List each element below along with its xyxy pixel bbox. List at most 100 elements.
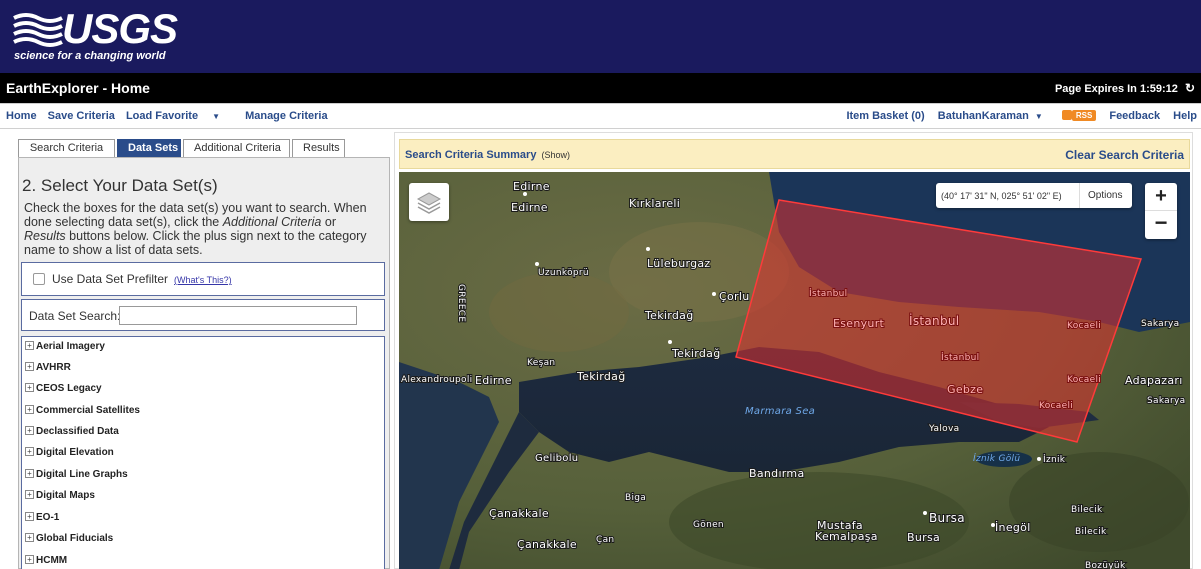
tab-data-sets[interactable]: Data Sets (117, 139, 181, 158)
map-label-alexandroupoli: Alexandroupoli (401, 375, 472, 385)
map-label-canakkale: Çanakkale (517, 538, 577, 551)
map-label-tekirdag: Tekirdağ (576, 370, 625, 383)
criteria-tabs: Search Criteria Data Sets Additional Crite… (18, 139, 347, 158)
tree-item-label: Digital Elevation (36, 447, 114, 458)
tree-item-digital-elevation[interactable]: + Digital Elevation (25, 446, 114, 467)
rss-link[interactable]: RSS (1061, 109, 1097, 122)
feedback-link[interactable]: Feedback (1109, 110, 1160, 122)
data-sets-panel: 2. Select Your Data Set(s) Check the box… (18, 157, 390, 569)
map-label-bursa: Bursa (907, 531, 940, 544)
tree-item-declassified-data[interactable]: + Declassified Data (25, 425, 119, 446)
map-label-gonen: Gönen (693, 520, 724, 530)
usgs-header: USGS science for a changing world (0, 0, 1201, 73)
title-bar: EarthExplorer - Home Page Expires In 1:5… (0, 73, 1201, 103)
refresh-icon[interactable]: ↻ (1185, 81, 1195, 95)
plus-icon[interactable]: + (25, 468, 34, 478)
nav-load-favorite-menu[interactable]: Load Favorite ▼ (126, 110, 228, 122)
city-dot (1037, 457, 1041, 461)
map-label-luleburgaz: Lüleburgaz (647, 257, 711, 270)
tree-item-hcmm[interactable]: + HCMM (25, 554, 67, 569)
page-expires: Page Expires In 1:59:12 ↻ (1055, 81, 1195, 95)
rss-badge: RSS (1071, 109, 1097, 121)
zoom-in-button[interactable]: + (1145, 183, 1177, 211)
tab-results[interactable]: Results (292, 139, 345, 158)
plus-icon[interactable]: + (25, 511, 34, 521)
map-label-gebze: Gebze (947, 383, 983, 396)
map-label-kocaeli: Kocaeli (1067, 321, 1101, 331)
tree-item-aerial-imagery[interactable]: + Aerial Imagery (25, 340, 105, 361)
plus-icon[interactable]: + (25, 382, 34, 392)
nav-load-favorite-label: Load Favorite (125, 110, 199, 122)
prefilter-box: Use Data Set Prefilter (What's This?) (21, 262, 385, 296)
tree-item-avhrr[interactable]: + AVHRR (25, 361, 71, 382)
city-dot (646, 247, 650, 251)
tree-item-ceos-legacy[interactable]: + CEOS Legacy (25, 382, 102, 403)
tree-item-digital-maps[interactable]: + Digital Maps (25, 489, 95, 510)
city-dot (712, 292, 716, 296)
city-dot (923, 511, 927, 515)
page-title: EarthExplorer - Home (6, 80, 150, 96)
tree-item-label: Commercial Satellites (36, 405, 140, 416)
nav-save-criteria-link[interactable]: Save Criteria (48, 110, 115, 122)
map-label-sakarya: Sakarya (1141, 319, 1179, 329)
usgs-waves-icon (13, 13, 63, 47)
satellite-map[interactable]: Edirne Edirne Kırklareli GREECE Uzunköpr… (399, 172, 1190, 569)
zoom-control: + − (1145, 183, 1177, 239)
summary-title: Search Criteria Summary (Show) (405, 149, 570, 161)
earthexplorer-app: USGS science for a changing world EarthE… (0, 0, 1201, 569)
help-link[interactable]: Help (1173, 110, 1197, 122)
city-dot (535, 262, 539, 266)
plus-icon[interactable]: + (25, 361, 34, 371)
nav-right: Item Basket (0) BatuhanKaraman ▼ RSS Feed… (836, 109, 1197, 122)
layers-button[interactable] (409, 183, 449, 221)
coordinate-readout: (40° 17' 31" N, 025° 51' 02" E) Options (936, 183, 1132, 208)
nav-manage-criteria-link[interactable]: Manage Criteria (245, 110, 328, 122)
plus-icon[interactable]: + (25, 532, 34, 542)
usgs-logo[interactable]: USGS science for a changing world (12, 5, 178, 66)
instructions-text-2: or (321, 215, 336, 229)
plus-icon[interactable]: + (25, 340, 34, 350)
usgs-brand: USGS (62, 5, 178, 52)
plus-icon[interactable]: + (25, 425, 34, 435)
nav-home-link[interactable]: Home (6, 110, 37, 122)
tree-item-eo-1[interactable]: + EO-1 (25, 511, 59, 532)
map-label-tekirdag: Tekirdağ (671, 347, 720, 360)
plus-icon[interactable]: + (25, 489, 34, 499)
prefilter-checkbox[interactable] (33, 273, 45, 285)
map-label-istanbul: İstanbul (809, 288, 847, 299)
item-basket-link[interactable]: Item Basket (0) (846, 110, 924, 122)
tree-item-label: Aerial Imagery (36, 341, 105, 352)
plus-icon[interactable]: + (25, 404, 34, 414)
terrain-patch (1009, 452, 1189, 552)
map-label-yalova: Yalova (928, 424, 959, 434)
tree-item-commercial-satellites[interactable]: + Commercial Satellites (25, 404, 140, 425)
map-label-bilecik: Bilecik (1075, 527, 1107, 537)
map-view[interactable]: Edirne Edirne Kırklareli GREECE Uzunköpr… (399, 172, 1190, 569)
map-label-biga: Biga (625, 493, 646, 503)
instructions-em-additional: Additional Criteria (222, 215, 322, 229)
coordinate-text: (40° 17' 31" N, 025° 51' 02" E) (941, 191, 1062, 201)
whats-this-link[interactable]: (What's This?) (174, 275, 232, 285)
map-label-gelibolu: Gelibolu (535, 453, 578, 464)
user-menu[interactable]: BatuhanKaraman ▼ (938, 110, 1043, 122)
summary-show-link[interactable]: (Show) (542, 150, 571, 160)
tab-additional-criteria[interactable]: Additional Criteria (183, 139, 290, 158)
clear-search-criteria-link[interactable]: Clear Search Criteria (1065, 148, 1184, 162)
tree-item-digital-line-graphs[interactable]: + Digital Line Graphs (25, 468, 128, 489)
user-name: BatuhanKaraman (937, 110, 1029, 122)
rss-icon (1061, 110, 1072, 121)
prefilter-label-text: Use Data Set Prefilter (52, 272, 169, 286)
plus-icon[interactable]: + (25, 554, 34, 564)
map-label-istanbul: İstanbul (941, 352, 979, 363)
map-options-button[interactable]: Options (1088, 190, 1122, 201)
zoom-out-button[interactable]: − (1145, 211, 1177, 239)
map-label-can: Çan (596, 535, 614, 545)
map-label-uzunkopru: Uzunköprü (538, 268, 589, 278)
map-label-bandirma: Bandırma (749, 467, 804, 480)
tab-search-criteria[interactable]: Search Criteria (18, 139, 115, 158)
data-set-search-input[interactable] (119, 306, 357, 325)
map-label-inegol: İnegöl (995, 521, 1031, 534)
tree-item-global-fiducials[interactable]: + Global Fiducials (25, 532, 113, 553)
data-set-tree: + Aerial Imagery + AVHRR + CEOS Legacy + Com… (21, 336, 385, 569)
plus-icon[interactable]: + (25, 446, 34, 456)
